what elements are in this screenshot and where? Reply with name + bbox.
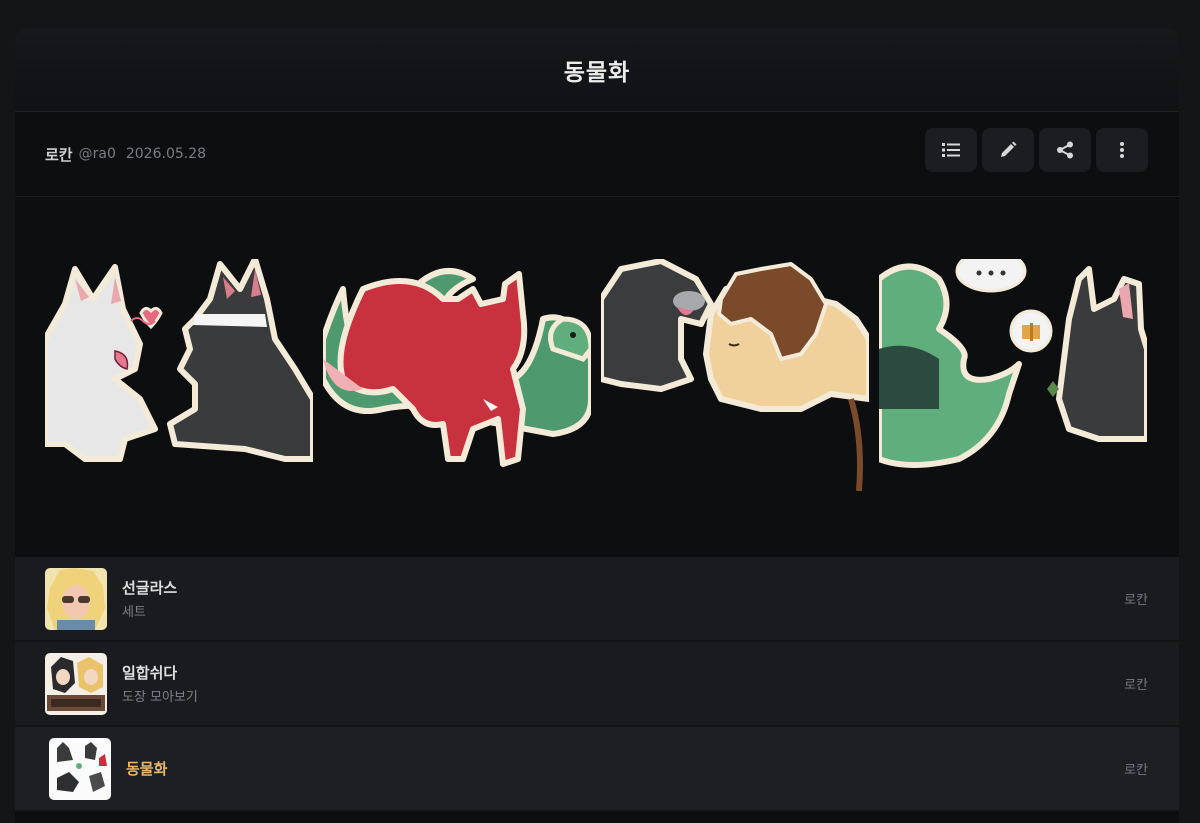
list-item-subtitle: 세트: [122, 605, 146, 620]
list-item-subtitle: 도장 모아보기: [122, 690, 198, 705]
post-actions: [925, 128, 1148, 172]
artwork-stage: [15, 197, 1179, 557]
list-icon: [942, 143, 960, 157]
list-item[interactable]: 선글라스 세트 로칸: [15, 557, 1179, 642]
thumbnail-animals: [49, 737, 111, 800]
list-item-title: 동물화: [126, 760, 168, 778]
list-item-current[interactable]: 동물화 로칸: [15, 727, 1179, 812]
thumbnail-stamps: [45, 652, 107, 715]
list-button[interactable]: [925, 128, 977, 172]
fox-snake-panel: [323, 268, 591, 467]
post-date: 2026.05.28: [125, 146, 207, 162]
share-button[interactable]: [1039, 128, 1091, 172]
author-handle: @ra0: [78, 146, 116, 162]
list-item-text: 일합쉬다 도장 모아보기: [122, 662, 198, 705]
post-meta: 로칸 @ra0 2026.05.28: [15, 112, 1179, 197]
related-posts-list: 선글라스 세트 로칸 일합쉬다 도장 모아보기 로칸 동물화 로칸: [15, 557, 1179, 812]
list-item[interactable]: 일합쉬다 도장 모아보기 로칸: [15, 642, 1179, 727]
author-name[interactable]: 로칸: [45, 144, 73, 165]
artwork-image[interactable]: [45, 259, 1147, 491]
list-item-text: 선글라스 세트: [122, 577, 177, 620]
list-item-title: 선글라스: [122, 579, 178, 597]
list-item-author: 로칸: [1124, 763, 1148, 778]
share-icon: [1057, 141, 1073, 159]
pencil-icon: [1001, 141, 1017, 157]
list-item-author: 로칸: [1124, 678, 1148, 693]
page-title: 동물화: [563, 58, 631, 86]
post-card: 동물화 로칸 @ra0 2026.05.28 선글라스 세트 로칸 일합쉬다 도…: [15, 28, 1179, 823]
snake-rabbit-panel: [879, 259, 1147, 468]
title-bar: 동물화: [15, 28, 1179, 112]
list-item-text: 동물화: [126, 758, 167, 779]
more-button[interactable]: [1096, 128, 1148, 172]
wolves-panel: [45, 259, 313, 462]
edit-button[interactable]: [982, 128, 1034, 172]
more-vertical-icon: [1120, 142, 1124, 158]
list-item-title: 일합쉬다: [122, 664, 178, 682]
thumbnail-sunglasses: [45, 567, 107, 630]
dog-lion-panel: [601, 259, 869, 491]
list-item-author: 로칸: [1124, 593, 1148, 608]
